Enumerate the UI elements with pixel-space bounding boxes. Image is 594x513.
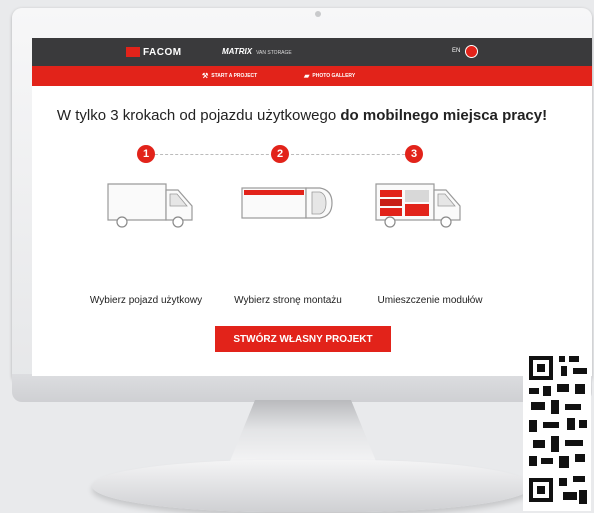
product-name: MATRIX xyxy=(222,47,253,56)
van-top-view-icon[interactable] xyxy=(238,182,338,226)
brand-name: FACOM xyxy=(143,46,182,58)
step-label-1: Wybierz pojazd użytkowy xyxy=(89,295,203,306)
product-logo[interactable]: MATRIX VAN STORAGE xyxy=(222,47,292,56)
van-side-icon[interactable] xyxy=(104,176,200,232)
monitor-chin xyxy=(12,374,592,402)
sub-navigation: ⚒ START A PROJECT ▰ PHOTO GALLERY xyxy=(32,66,592,86)
facom-badge-icon xyxy=(126,47,140,57)
van-modules-icon[interactable] xyxy=(372,176,468,232)
step-number-3: 3 xyxy=(405,145,423,163)
headline-normal: W tylko 3 krokach od pojazdu użytkowego xyxy=(56,107,341,124)
create-project-button[interactable]: STWÓRZ WŁASNY PROJEKT xyxy=(215,326,391,352)
truck-icon: ▰ xyxy=(304,73,310,80)
nav-start-project-label: START A PROJECT xyxy=(211,73,258,79)
step-number-1: 1 xyxy=(137,145,155,163)
step-number-2: 2 xyxy=(271,145,289,163)
nav-photo-gallery-label: PHOTO GALLERY xyxy=(312,73,356,79)
page-title: W tylko 3 krokach od pojazdu użytkowego … xyxy=(52,106,552,126)
nav-start-project[interactable]: ⚒ START A PROJECT xyxy=(202,72,257,80)
monitor-screen: FACOM MATRIX VAN STORAGE EN ⚒ START A PRO… xyxy=(32,38,592,376)
ruler-icon: ⚒ xyxy=(202,73,209,80)
webcam-icon xyxy=(315,11,321,17)
monitor-base xyxy=(92,460,532,512)
flag-icon[interactable] xyxy=(465,45,478,58)
site-header: FACOM MATRIX VAN STORAGE EN xyxy=(32,38,592,66)
product-sub: VAN STORAGE xyxy=(256,50,292,56)
headline-bold: do mobilnego miejsca pracy! xyxy=(340,107,548,124)
qr-code-image xyxy=(523,350,591,511)
facom-logo[interactable]: FACOM xyxy=(126,45,182,59)
step-label-2: Wybierz stronę montażu xyxy=(234,295,342,306)
monitor-neck xyxy=(228,400,378,466)
step-label-3: Umieszczenie modułów xyxy=(377,295,483,306)
language-selector[interactable]: EN xyxy=(452,48,460,54)
nav-photo-gallery[interactable]: ▰ PHOTO GALLERY xyxy=(304,72,355,80)
